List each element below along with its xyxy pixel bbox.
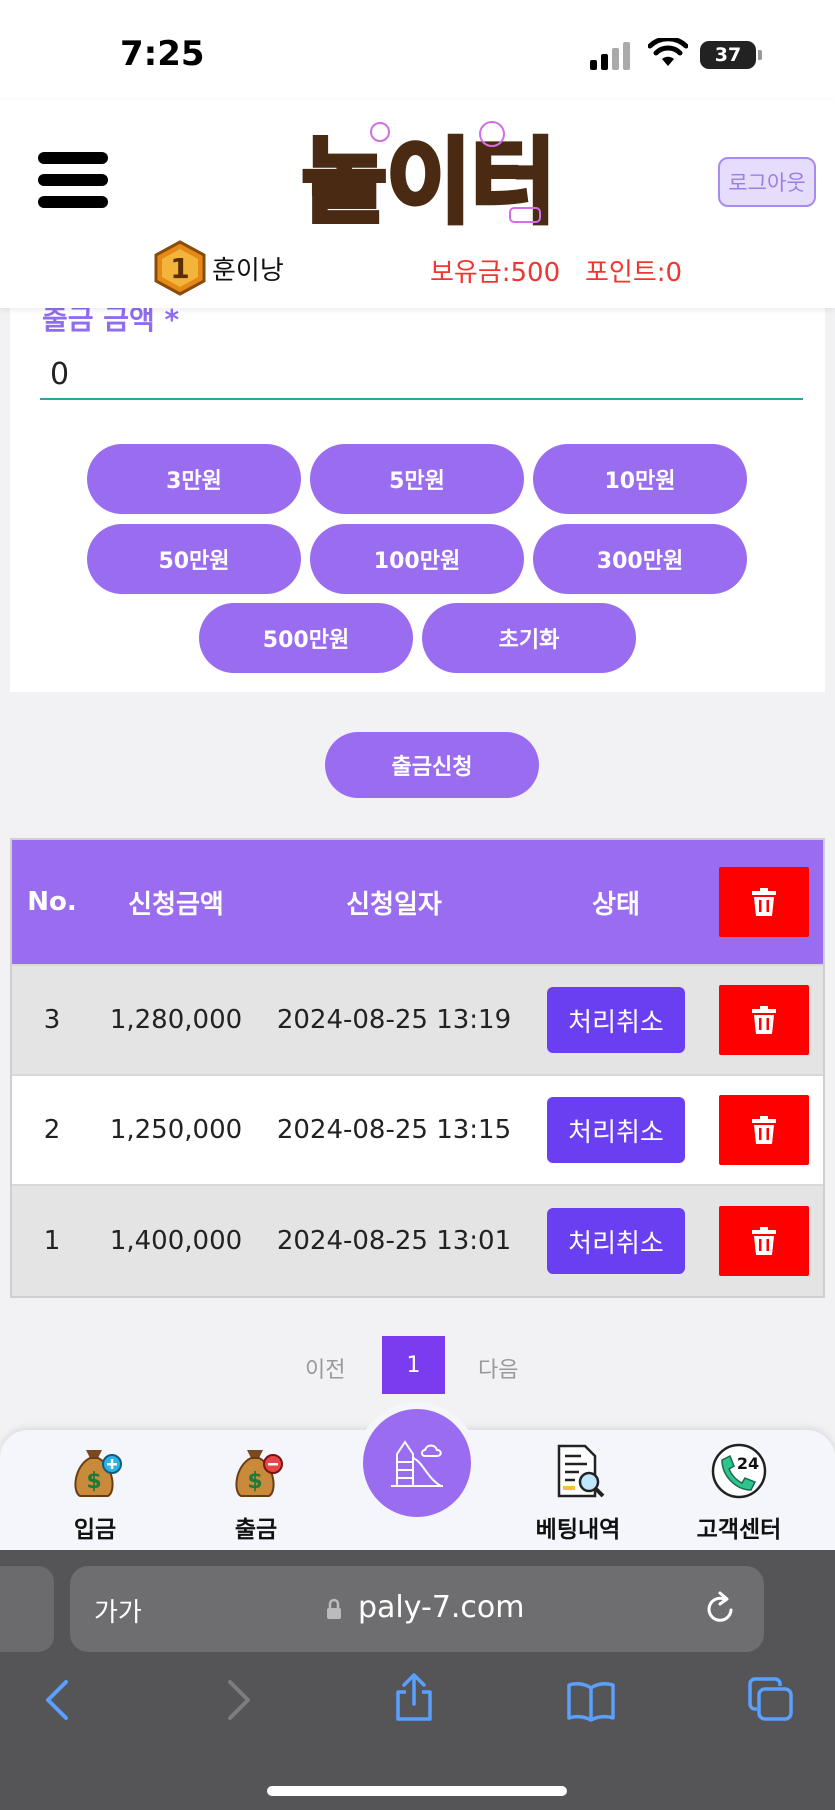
header-status: 상태 <box>592 889 640 920</box>
bookmarks-icon[interactable] <box>566 1680 616 1722</box>
quick-amount-5m-button[interactable]: 500만원 <box>199 603 413 673</box>
status-bar: 7:25 37 <box>0 0 835 100</box>
svg-text:$: $ <box>86 1469 101 1494</box>
quick-amount-500k-button[interactable]: 50만원 <box>87 524 301 594</box>
balance-text: 보유금:500 <box>430 258 561 288</box>
bottom-nav: $ 입금 $ 출금 베팅내역 24 고객센터 <box>0 1402 835 1550</box>
username: 훈이낭 <box>212 256 284 286</box>
table-row: 1 1,400,000 2024-08-25 13:01 처리취소 <box>12 1186 823 1296</box>
cancel-request-button[interactable]: 처리취소 <box>547 1097 685 1163</box>
wifi-icon <box>648 38 688 66</box>
cell-date: 2024-08-25 13:19 <box>276 1005 512 1035</box>
quick-amount-3m-button[interactable]: 300만원 <box>533 524 747 594</box>
nav-support-label: 고객센터 <box>696 1517 782 1543</box>
cell-amount: 1,250,000 <box>109 1115 243 1145</box>
reset-button[interactable]: 초기화 <box>422 603 636 673</box>
table-row: 2 1,250,000 2024-08-25 13:15 처리취소 <box>12 1076 823 1186</box>
forward-icon[interactable] <box>224 1678 254 1722</box>
site-header: 놀이터 로그아웃 1 훈이낭 보유금:500 포인트:0 <box>0 100 835 308</box>
cell-date: 2024-08-25 13:01 <box>276 1226 512 1256</box>
back-icon[interactable] <box>42 1678 72 1722</box>
header-amount: 신청금액 <box>128 889 224 920</box>
nav-home-button[interactable] <box>356 1402 478 1524</box>
delete-row-button[interactable] <box>718 1095 809 1165</box>
page-1-button[interactable]: 1 <box>382 1336 445 1394</box>
points-text: 포인트:0 <box>585 258 683 288</box>
nav-withdraw-label: 출금 <box>234 1517 278 1543</box>
cell-amount: 1,400,000 <box>109 1226 243 1256</box>
next-page-link[interactable]: 다음 <box>478 1352 518 1384</box>
level-badge-icon: 1 <box>154 240 206 296</box>
delete-row-button[interactable] <box>718 985 809 1055</box>
money-bag-minus-icon: $ <box>235 1450 283 1497</box>
prev-page-link[interactable]: 이전 <box>305 1352 345 1384</box>
withdraw-history-table: No. 신청금액 신청일자 상태 3 1,280,000 2024-08-25 … <box>10 838 825 1298</box>
cell-no: 3 <box>43 1005 61 1035</box>
quick-amount-1m-button[interactable]: 100만원 <box>310 524 524 594</box>
header-no: No. <box>27 887 77 917</box>
cell-no: 1 <box>43 1226 61 1256</box>
withdraw-form: 출금 금액 * 3만원 5만원 10만원 50만원 100만원 300만원 50… <box>10 290 825 692</box>
quick-amount-100k-button[interactable]: 10만원 <box>533 444 747 514</box>
text-size-button[interactable]: 가가 <box>94 1592 142 1629</box>
document-search-icon <box>557 1444 605 1498</box>
trash-icon <box>751 1227 776 1255</box>
site-logo[interactable]: 놀이터 <box>280 112 560 242</box>
svg-text:놀이터: 놀이터 <box>302 129 556 236</box>
address-bar[interactable]: 가가 paly-7.com <box>70 1566 764 1652</box>
trash-icon <box>751 888 776 916</box>
trash-icon <box>751 1006 776 1034</box>
delete-all-button[interactable] <box>718 867 809 937</box>
reload-icon[interactable] <box>704 1590 738 1626</box>
nav-deposit[interactable]: $ 입금 <box>35 1442 155 1544</box>
cancel-request-button[interactable]: 처리취소 <box>547 987 685 1053</box>
nav-withdraw[interactable]: $ 출금 <box>196 1442 316 1544</box>
header-date: 신청일자 <box>346 889 442 920</box>
cellular-signal-icon <box>590 42 630 70</box>
home-indicator <box>267 1786 567 1796</box>
url-text: paly-7.com <box>358 1590 525 1625</box>
amount-input[interactable] <box>40 350 803 400</box>
lock-icon <box>327 1598 341 1619</box>
status-time: 7:25 <box>120 34 205 74</box>
tabs-icon[interactable] <box>746 1676 794 1722</box>
nav-support[interactable]: 24 고객센터 <box>679 1442 799 1544</box>
nav-bet-history[interactable]: 베팅내역 <box>518 1442 638 1544</box>
table-header-row: No. 신청금액 신청일자 상태 <box>12 840 823 966</box>
browser-chrome: 가가 paly-7.com <box>0 1550 835 1810</box>
playground-icon <box>391 1440 443 1487</box>
menu-icon[interactable] <box>38 152 108 208</box>
table-row: 3 1,280,000 2024-08-25 13:19 처리취소 <box>12 966 823 1076</box>
nav-deposit-label: 입금 <box>73 1517 117 1543</box>
svg-text:$: $ <box>247 1469 262 1494</box>
svg-text:24: 24 <box>737 1454 759 1473</box>
phone-24-icon: 24 <box>711 1443 767 1499</box>
battery-icon: 37 <box>700 41 762 69</box>
logout-button[interactable]: 로그아웃 <box>718 157 816 207</box>
cell-amount: 1,280,000 <box>109 1005 243 1035</box>
cell-no: 2 <box>43 1115 61 1145</box>
money-bag-plus-icon: $ <box>74 1450 122 1497</box>
quick-amount-50k-button[interactable]: 5만원 <box>310 444 524 514</box>
previous-tab[interactable] <box>0 1566 54 1652</box>
svg-text:1: 1 <box>170 252 189 285</box>
nav-bet-history-label: 베팅내역 <box>535 1517 621 1543</box>
cancel-request-button[interactable]: 처리취소 <box>547 1208 685 1274</box>
withdraw-submit-button[interactable]: 출금신청 <box>325 732 539 798</box>
pagination: 이전 1 다음 <box>0 1336 835 1396</box>
cell-date: 2024-08-25 13:15 <box>276 1115 512 1145</box>
share-icon[interactable] <box>392 1672 436 1722</box>
quick-amount-30k-button[interactable]: 3만원 <box>87 444 301 514</box>
delete-row-button[interactable] <box>718 1206 809 1276</box>
trash-icon <box>751 1116 776 1144</box>
